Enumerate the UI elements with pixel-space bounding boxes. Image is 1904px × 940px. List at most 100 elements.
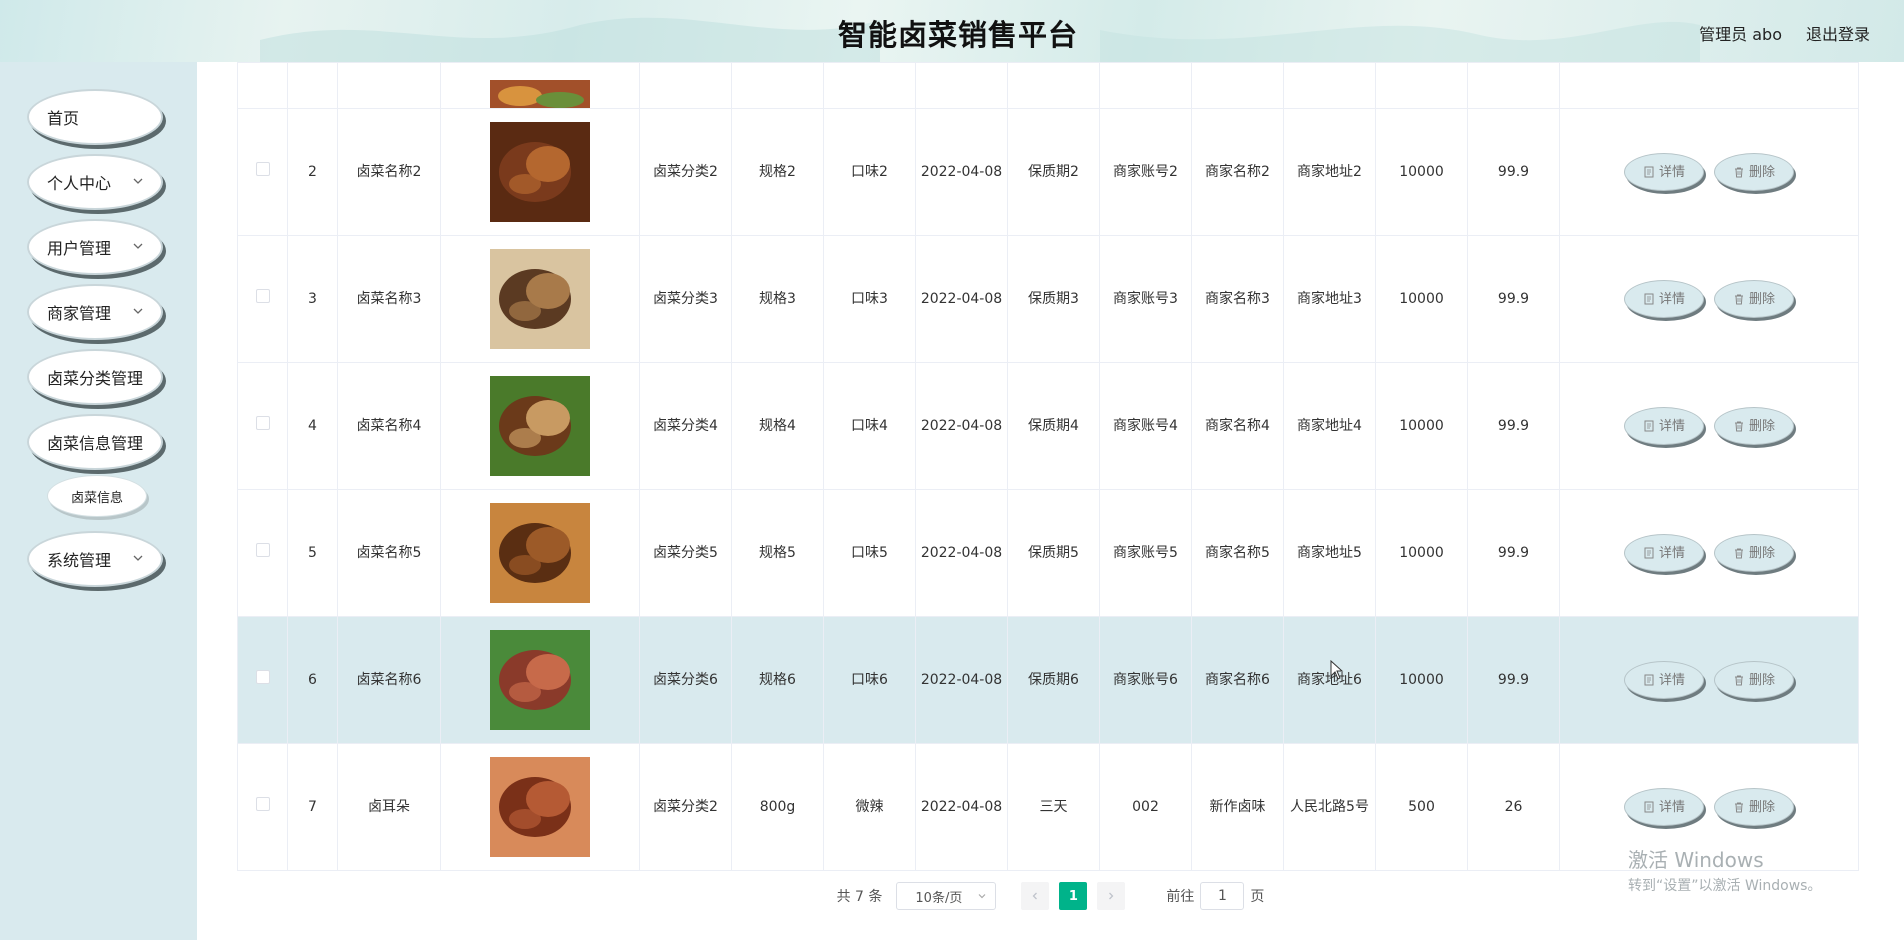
cell-price: 99.9 <box>1467 489 1560 617</box>
goto-page: 前往 页 <box>1166 882 1264 910</box>
trash-icon <box>1734 421 1743 432</box>
document-icon <box>1644 674 1654 686</box>
cell-spec: 规格5 <box>731 489 824 617</box>
cell-price: 99.9 <box>1467 362 1560 490</box>
page-size-select[interactable]: 10条/页 <box>896 882 997 910</box>
cell-address: 商家地址2 <box>1283 108 1376 236</box>
trash-icon <box>1734 802 1743 813</box>
chevron-down-icon <box>978 894 986 899</box>
product-table: 2 卤菜名称2 卤菜分类2 规格2 口味2 2022-04-08 保质期2 商家账号2 商家名称… <box>237 62 1859 871</box>
cell-date: 2022-04-08 <box>915 362 1008 490</box>
document-icon <box>1644 420 1654 432</box>
delete-button[interactable]: 删除 <box>1714 788 1794 826</box>
cell-date: 2022-04-08 <box>915 489 1008 617</box>
row-checkbox[interactable] <box>255 288 270 303</box>
delete-button[interactable]: 删除 <box>1714 661 1794 699</box>
cell-shelf: 保质期6 <box>1007 616 1100 744</box>
cell-address: 商家地址6 <box>1283 616 1376 744</box>
page-number-current[interactable]: 1 <box>1059 882 1088 910</box>
prev-page-button[interactable] <box>1021 882 1050 910</box>
detail-button[interactable]: 详情 <box>1624 280 1704 318</box>
delete-button[interactable]: 删除 <box>1714 153 1794 191</box>
row-checkbox[interactable] <box>255 669 270 684</box>
chevron-down-icon <box>133 555 143 561</box>
document-icon <box>1644 547 1654 559</box>
delete-button[interactable]: 删除 <box>1714 534 1794 572</box>
detail-button[interactable]: 详情 <box>1624 788 1704 826</box>
cell-category: 卤菜分类4 <box>639 362 732 490</box>
detail-label: 详情 <box>1658 164 1685 180</box>
product-image <box>490 249 590 349</box>
logout-link[interactable]: 退出登录 <box>1806 21 1870 45</box>
cell-address: 人民北路5号 <box>1283 743 1376 871</box>
row-checkbox[interactable] <box>255 542 270 557</box>
trash-icon <box>1734 675 1743 686</box>
cell-account: 商家账号2 <box>1099 108 1192 236</box>
cell-date: 2022-04-08 <box>915 616 1008 744</box>
cell-account: 商家账号5 <box>1099 489 1192 617</box>
product-image <box>490 503 590 603</box>
sidebar-item-home[interactable]: 首页 <box>27 89 163 145</box>
sidebar-item-label: 个人中心 <box>47 174 112 193</box>
table-row-partial <box>237 62 1859 109</box>
cell-shelf: 保质期3 <box>1007 235 1100 363</box>
cell-merchant: 商家名称2 <box>1191 108 1284 236</box>
detail-label: 详情 <box>1658 799 1685 815</box>
page-size-value: 10条/页 <box>915 890 963 906</box>
main-content: 2 卤菜名称2 卤菜分类2 规格2 口味2 2022-04-08 保质期2 商家账号2 商家名称… <box>197 62 1904 940</box>
delete-button[interactable]: 删除 <box>1714 280 1794 318</box>
detail-label: 详情 <box>1658 672 1685 688</box>
row-checkbox[interactable] <box>255 415 270 430</box>
table-row: 3 卤菜名称3 卤菜分类3 规格3 口味3 2022-04-08 保质期3 商家账号3 商家名称… <box>237 235 1859 363</box>
cell-name: 卤耳朵 <box>337 743 441 871</box>
detail-button[interactable]: 详情 <box>1624 153 1704 191</box>
detail-button[interactable]: 详情 <box>1624 407 1704 445</box>
cell-no: 4 <box>287 362 338 490</box>
detail-button[interactable]: 详情 <box>1624 661 1704 699</box>
cell-spec: 规格6 <box>731 616 824 744</box>
detail-label: 详情 <box>1658 545 1685 561</box>
sidebar-item-personal-center[interactable]: 个人中心 <box>27 154 163 210</box>
row-checkbox[interactable] <box>255 161 270 176</box>
sidebar-item-user-management[interactable]: 用户管理 <box>27 219 163 275</box>
cell-stock: 10000 <box>1375 616 1468 744</box>
detail-button[interactable]: 详情 <box>1624 534 1704 572</box>
goto-prefix: 前往 <box>1166 889 1195 905</box>
sidebar-item-label: 系统管理 <box>47 551 112 570</box>
delete-label: 删除 <box>1748 799 1775 815</box>
delete-label: 删除 <box>1748 545 1775 561</box>
sidebar-item-info-management[interactable]: 卤菜信息管理 <box>27 414 163 470</box>
next-page-button[interactable] <box>1097 882 1126 910</box>
cell-name: 卤菜名称4 <box>337 362 441 490</box>
delete-button[interactable]: 删除 <box>1714 407 1794 445</box>
cell-price: 99.9 <box>1467 235 1560 363</box>
table-row: 6 卤菜名称6 卤菜分类6 规格6 口味6 2022-04-08 保质期6 商家账号6 商家名称… <box>237 616 1859 744</box>
trash-icon <box>1734 167 1743 178</box>
top-header: 智能卤菜销售平台 管理员 abo 退出登录 <box>0 0 1904 62</box>
cell-stock: 10000 <box>1375 362 1468 490</box>
cell-no: 2 <box>287 108 338 236</box>
document-icon <box>1644 166 1654 178</box>
cell-merchant: 商家名称5 <box>1191 489 1284 617</box>
cell-price: 99.9 <box>1467 616 1560 744</box>
chevron-left-icon <box>1032 892 1038 900</box>
cell-category: 卤菜分类2 <box>639 743 732 871</box>
cell-category: 卤菜分类6 <box>639 616 732 744</box>
sidebar-subitem-info[interactable]: 卤菜信息 <box>47 475 147 517</box>
delete-label: 删除 <box>1748 164 1775 180</box>
cell-no: 3 <box>287 235 338 363</box>
sidebar-item-system-management[interactable]: 系统管理 <box>27 531 163 587</box>
product-image <box>490 630 590 730</box>
sidebar-item-merchant-management[interactable]: 商家管理 <box>27 284 163 340</box>
cell-date: 2022-04-08 <box>915 108 1008 236</box>
product-image <box>490 80 590 108</box>
chevron-down-icon <box>133 308 143 314</box>
sidebar-item-category-management[interactable]: 卤菜分类管理 <box>27 349 163 405</box>
cell-price: 99.9 <box>1467 108 1560 236</box>
chevron-down-icon <box>133 243 143 249</box>
sidebar-subitem-label: 卤菜信息 <box>70 490 123 506</box>
data-table-wrap: 2 卤菜名称2 卤菜分类2 规格2 口味2 2022-04-08 保质期2 商家账号2 商家名称… <box>237 62 1859 871</box>
goto-page-input[interactable] <box>1200 882 1245 910</box>
row-checkbox[interactable] <box>255 796 270 811</box>
app-title: 智能卤菜销售平台 <box>837 18 1078 52</box>
